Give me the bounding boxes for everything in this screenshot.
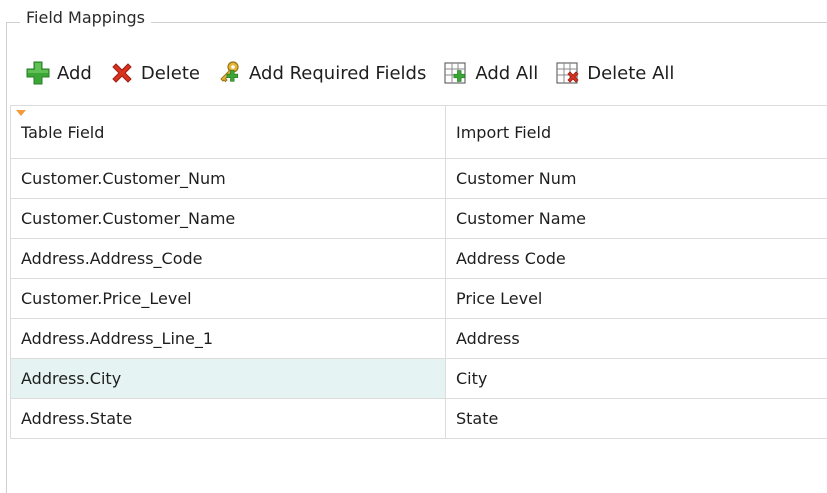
table-row[interactable]: Customer.Customer_Num Customer Num — [11, 159, 827, 199]
table-row[interactable]: Address.State State — [11, 399, 827, 439]
delete-button[interactable]: Delete — [109, 60, 200, 86]
table-row[interactable]: Customer.Price_Level Price Level — [11, 279, 827, 319]
table-row-selected[interactable]: Address.City City — [11, 359, 827, 399]
table-delete-icon — [555, 60, 581, 86]
import-field-cell[interactable]: Address — [446, 319, 827, 359]
table-field-cell[interactable]: Address.Address_Line_1 — [11, 319, 446, 359]
column-header-table-field[interactable]: Table Field — [11, 106, 446, 159]
table-row[interactable]: Address.Address_Line_1 Address — [11, 319, 827, 359]
toolbar: Add Delete Add Required Fields Add All D… — [25, 56, 691, 90]
add-button[interactable]: Add — [25, 60, 92, 86]
table-field-cell[interactable]: Address.City — [11, 359, 446, 399]
key-add-icon — [217, 60, 243, 86]
table-add-icon — [443, 60, 469, 86]
column-header-import-field[interactable]: Import Field — [446, 106, 827, 159]
import-field-cell[interactable]: Price Level — [446, 279, 827, 319]
delete-all-label: Delete All — [587, 63, 674, 84]
add-all-label: Add All — [475, 63, 538, 84]
add-label: Add — [57, 63, 92, 84]
table-row[interactable]: Customer.Customer_Name Customer Name — [11, 199, 827, 239]
import-field-cell[interactable]: State — [446, 399, 827, 439]
table-row[interactable]: Address.Address_Code Address Code — [11, 239, 827, 279]
sort-indicator-icon — [16, 110, 26, 116]
import-field-cell[interactable]: Address Code — [446, 239, 827, 279]
delete-all-button[interactable]: Delete All — [555, 60, 674, 86]
table-field-cell[interactable]: Customer.Customer_Num — [11, 159, 446, 199]
table-field-cell[interactable]: Address.Address_Code — [11, 239, 446, 279]
group-title: Field Mappings — [20, 9, 151, 27]
add-required-fields-label: Add Required Fields — [249, 63, 426, 84]
plus-icon — [25, 60, 51, 86]
red-x-icon — [109, 60, 135, 86]
delete-label: Delete — [141, 63, 200, 84]
import-field-cell[interactable]: City — [446, 359, 827, 399]
table-field-cell[interactable]: Customer.Customer_Name — [11, 199, 446, 239]
grid-header-row: Table Field Import Field — [11, 106, 827, 159]
field-mappings-grid: Table Field Import Field Customer.Custom… — [10, 105, 827, 439]
add-all-button[interactable]: Add All — [443, 60, 538, 86]
import-field-cell[interactable]: Customer Name — [446, 199, 827, 239]
add-required-fields-button[interactable]: Add Required Fields — [217, 60, 426, 86]
import-field-cell[interactable]: Customer Num — [446, 159, 827, 199]
table-field-cell[interactable]: Address.State — [11, 399, 446, 439]
table-field-cell[interactable]: Customer.Price_Level — [11, 279, 446, 319]
